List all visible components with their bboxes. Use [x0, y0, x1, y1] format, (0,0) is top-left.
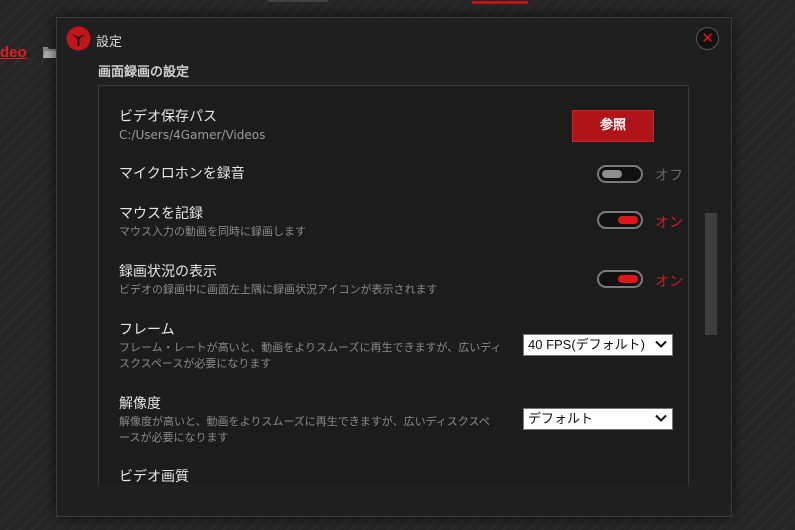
close-icon: ✕	[701, 29, 714, 47]
mic-record-state: オフ	[655, 168, 683, 184]
browse-button[interactable]: 参照	[572, 110, 654, 142]
dialog-title: 設定	[96, 35, 123, 50]
background-video-link[interactable]: deo	[0, 44, 27, 61]
resolution-select[interactable]: デフォルト	[523, 408, 673, 430]
resolution-label: 解像度	[119, 396, 161, 412]
toggle-knob	[618, 216, 638, 224]
resolution-select-value: デフォルト	[528, 411, 594, 426]
panel-scrollbar[interactable]	[705, 213, 717, 335]
chevron-down-icon	[655, 340, 667, 348]
mic-record-toggle[interactable]	[597, 165, 643, 183]
record-status-toggle[interactable]	[597, 270, 643, 288]
chevron-down-icon	[655, 414, 667, 422]
video-quality-label: ビデオ画質	[119, 469, 189, 485]
mic-record-label: マイクロホンを録音	[119, 166, 245, 182]
background-top-fragment	[268, 0, 328, 2]
setting-record-status: 録画状況の表示 ビデオの録画中に画面左上隅に録画状況アイコンが表示されます	[119, 263, 659, 298]
setting-mic-record: マイクロホンを録音	[119, 165, 659, 183]
section-title: 画面録画の設定	[98, 65, 190, 80]
record-status-state: オン	[655, 274, 683, 290]
setting-mouse-record: マウスを記録 マウス入力の動画を同時に録画します	[119, 205, 659, 240]
mouse-record-toggle[interactable]	[597, 211, 643, 229]
frame-select[interactable]: 40 FPS(デフォルト)	[523, 334, 673, 356]
frame-description: フレーム・レートが高いと、動画をよりスムーズに再生できますが、広いディスクスペー…	[119, 341, 502, 370]
mouse-record-description: マウス入力の動画を同時に録画します	[119, 225, 306, 238]
record-status-label: 録画状況の表示	[119, 264, 217, 280]
app-logo-icon	[66, 26, 91, 51]
record-status-description: ビデオの録画中に画面左上隅に録画状況アイコンが表示されます	[119, 283, 438, 296]
settings-panel[interactable]: ビデオ保存パス C:/Users/4Gamer/Videos 参照 マイクロホン…	[98, 85, 689, 485]
background-accent-fragment	[472, 0, 528, 4]
mouse-record-state: オン	[655, 215, 683, 231]
frame-label: フレーム	[119, 322, 175, 338]
frame-select-value: 40 FPS(デフォルト)	[528, 337, 646, 352]
mouse-record-label: マウスを記録	[119, 206, 203, 222]
toggle-knob	[602, 170, 622, 178]
resolution-description: 解像度が高いと、動画をよりスムーズに再生できますが、広いディスクスペースが必要に…	[119, 415, 490, 444]
setting-resolution: 解像度 解像度が高いと、動画をよりスムーズに再生できますが、広いディスクスペース…	[119, 395, 499, 446]
folder-icon[interactable]	[42, 45, 57, 59]
toggle-knob	[618, 275, 638, 283]
settings-dialog: 設定 ✕ 画面録画の設定 ビデオ保存パス C:/Users/4Gamer/Vid…	[56, 17, 732, 517]
setting-video-quality: ビデオ画質	[119, 468, 659, 485]
close-button[interactable]: ✕	[696, 27, 719, 50]
setting-frame: フレーム フレーム・レートが高いと、動画をよりスムーズに再生できますが、広いディ…	[119, 321, 509, 372]
